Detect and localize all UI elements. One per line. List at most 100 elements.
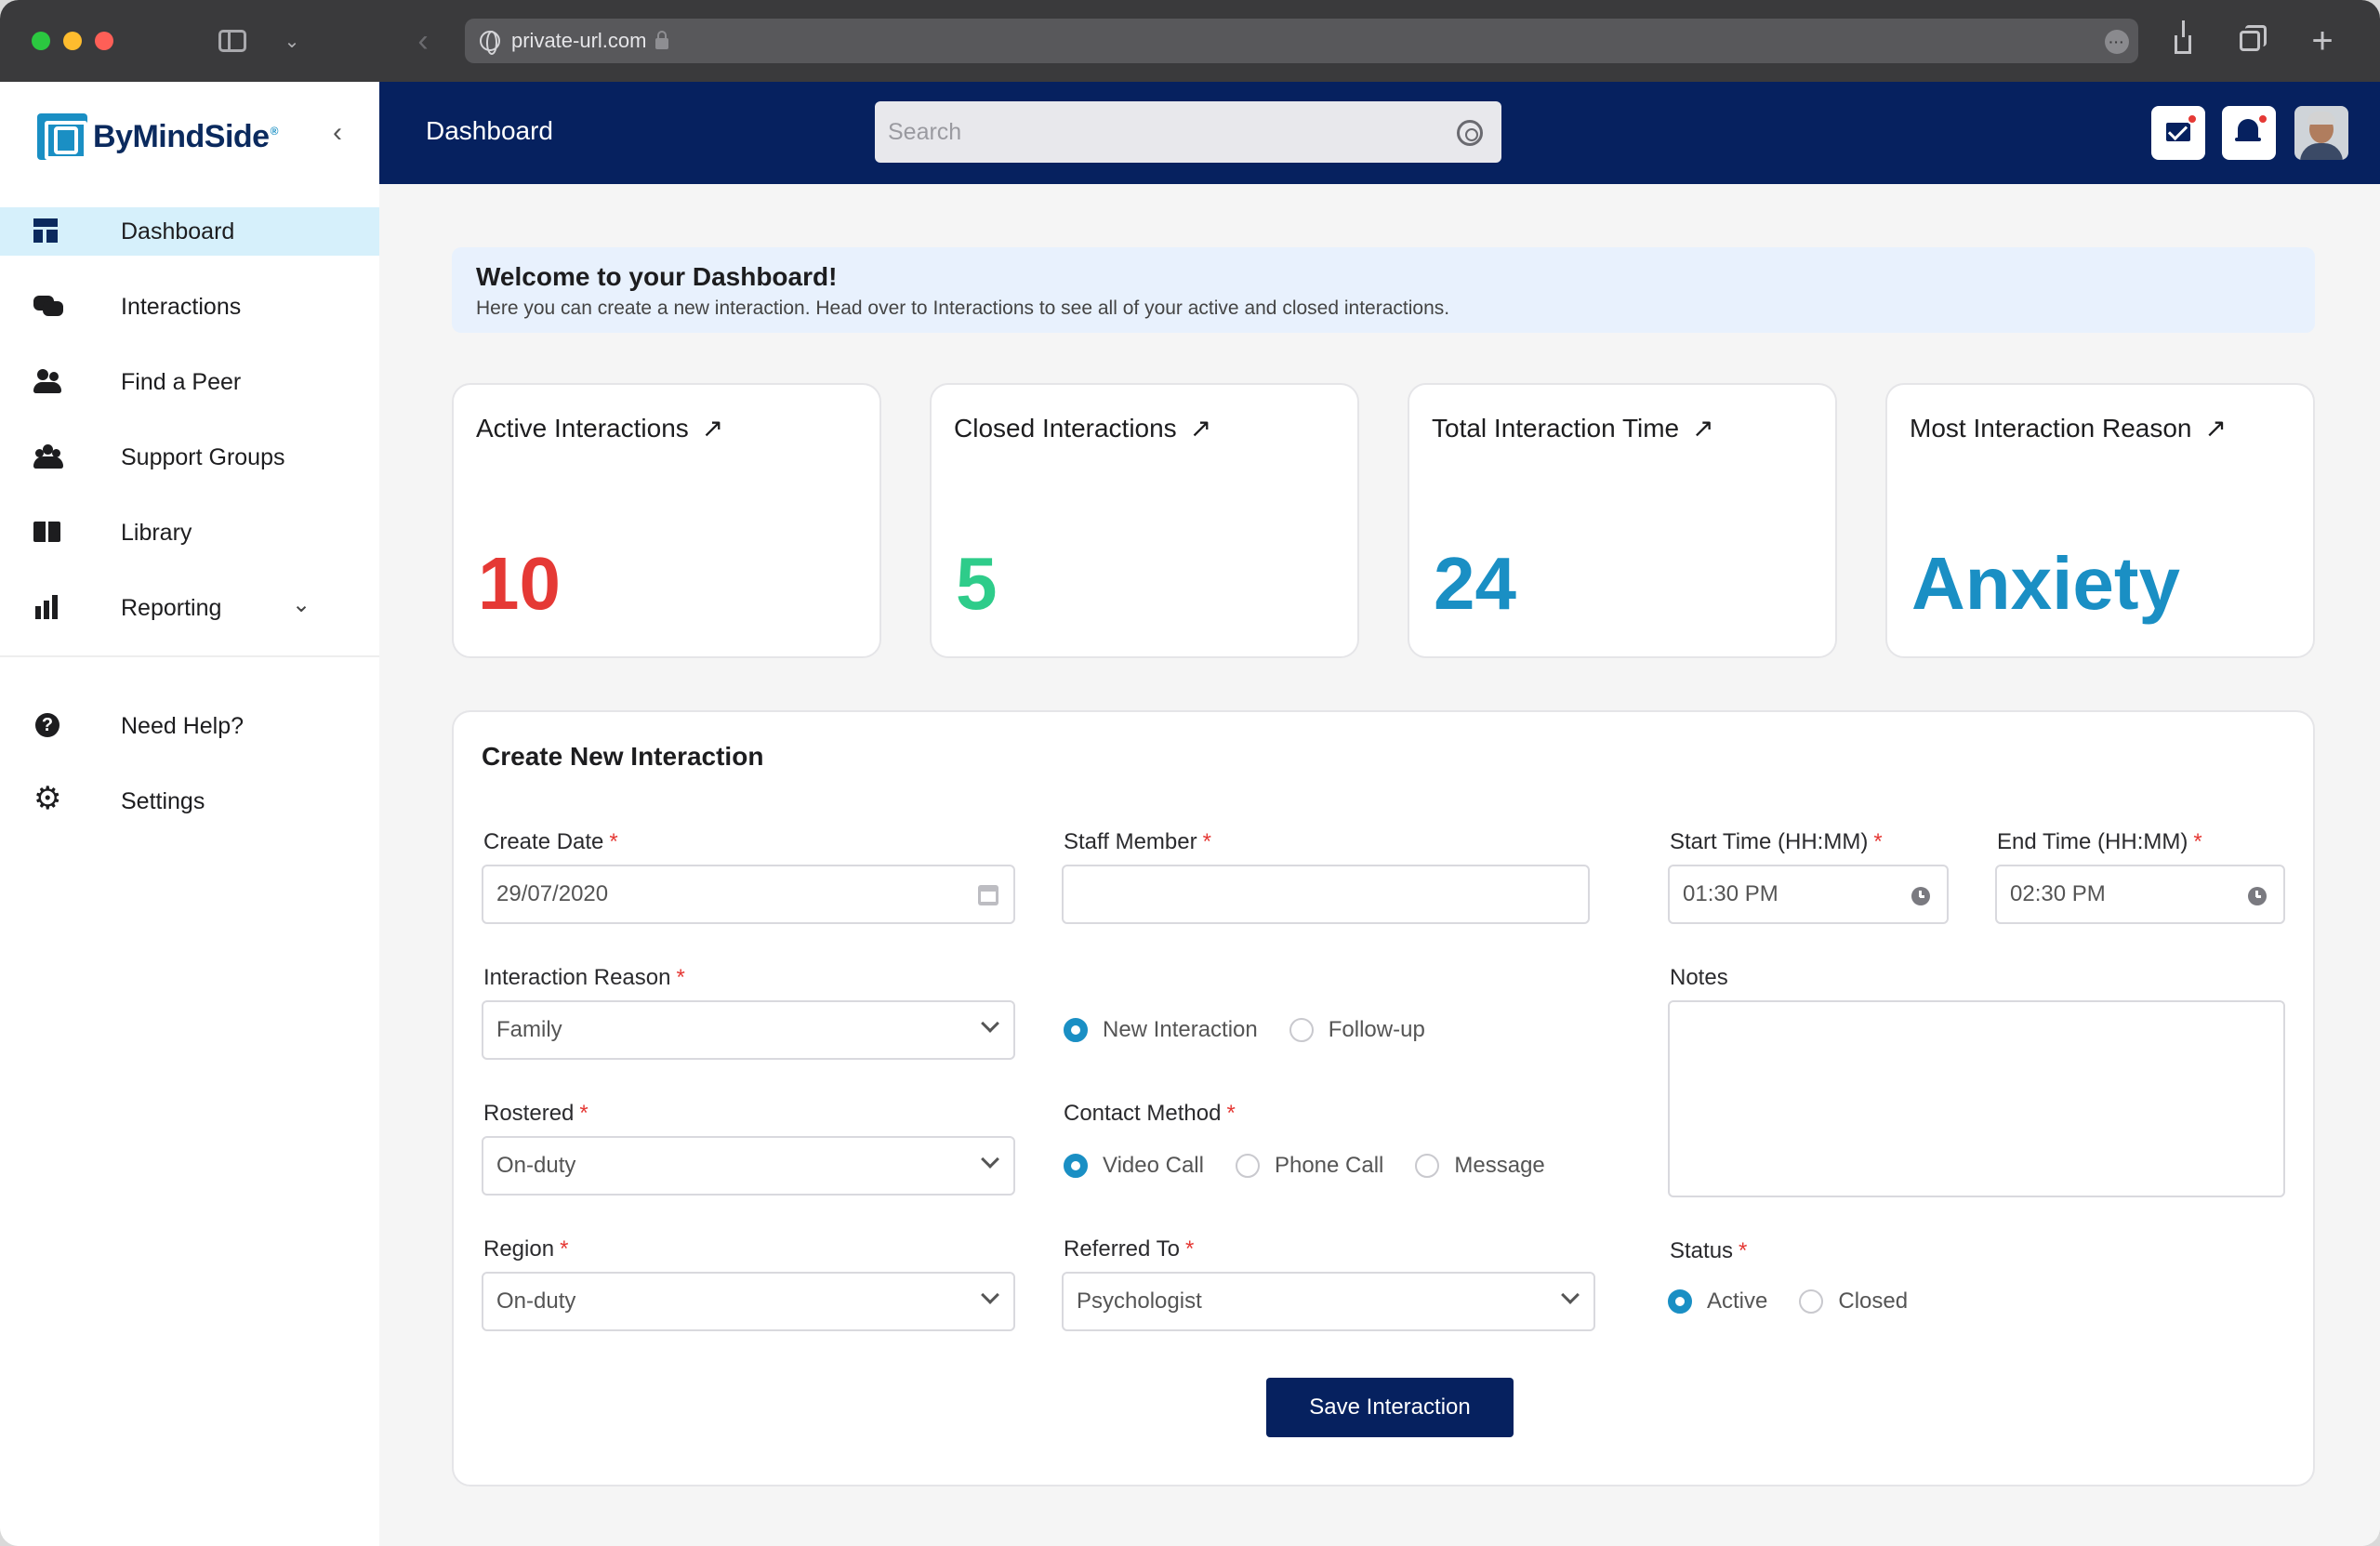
stat-card-most-interaction-reason[interactable]: Most Interaction Reason ↗ Anxiety [1885, 383, 2315, 658]
stat-card-title: Closed Interactions [954, 413, 1177, 443]
chevron-down-icon[interactable]: ⌄ [292, 591, 311, 618]
welcome-subtitle: Here you can create a new interaction. H… [476, 297, 1450, 319]
sidebar-item-reporting[interactable]: Reporting ⌄ [0, 584, 379, 632]
lock-icon [655, 31, 669, 49]
sidebar-item-need-help[interactable]: Need Help? [0, 702, 379, 750]
brand-logo[interactable]: ByMindSide® [37, 113, 278, 160]
sidebar-item-settings[interactable]: Settings [0, 777, 379, 826]
sidebar: ByMindSide® ‹ Dashboard Interactions Fin… [0, 82, 379, 1546]
create-interaction-form: Create New Interaction Create Date* Staf… [452, 710, 2315, 1487]
notifications-button[interactable] [2222, 106, 2276, 160]
arrow-up-right-icon[interactable]: ↗ [702, 413, 723, 443]
sidebar-item-label: Need Help? [121, 712, 245, 739]
window-minimize-button[interactable] [63, 32, 82, 50]
radio-new-interaction[interactable]: New Interaction [1064, 1017, 1258, 1043]
arrow-up-right-icon[interactable]: ↗ [1692, 413, 1713, 443]
staff-member-label: Staff Member * [1064, 829, 1211, 854]
arrow-up-right-icon[interactable]: ↗ [1190, 413, 1211, 443]
sidebar-toggle-icon[interactable] [216, 24, 249, 58]
mail-icon [2166, 123, 2190, 141]
rostered-label: Rostered * [483, 1101, 588, 1126]
end-time-label: End Time (HH:MM) * [1997, 829, 2202, 854]
stat-card-closed-interactions[interactable]: Closed Interactions ↗ 5 [930, 383, 1359, 658]
logo-mark-icon [37, 113, 87, 160]
chevron-down-icon[interactable]: ⌄ [281, 24, 303, 58]
messages-button[interactable] [2151, 106, 2205, 160]
search-icon[interactable] [1457, 120, 1483, 146]
calendar-icon[interactable] [978, 885, 998, 905]
arrow-up-right-icon[interactable]: ↗ [2205, 413, 2227, 443]
notes-label: Notes [1670, 965, 1728, 990]
select-value: On-duty [496, 1153, 576, 1178]
radio-selected-icon[interactable] [1064, 1018, 1088, 1042]
sidebar-item-label: Support Groups [121, 443, 285, 470]
chevron-down-icon [1561, 1286, 1580, 1304]
region-label: Region * [483, 1236, 569, 1262]
referred-to-select[interactable]: Psychologist [1062, 1272, 1595, 1331]
address-bar[interactable]: private-url.com ··· [465, 19, 2138, 63]
sidebar-item-label: Find a Peer [121, 368, 242, 395]
radio-unselected-icon[interactable] [1415, 1154, 1440, 1178]
sidebar-item-label: Interactions [121, 293, 242, 320]
avatar[interactable] [2294, 106, 2348, 160]
create-date-field[interactable] [482, 865, 1015, 924]
start-time-field[interactable] [1668, 865, 1949, 924]
clock-icon[interactable] [2248, 887, 2267, 905]
help-icon [33, 713, 63, 739]
collapse-sidebar-icon[interactable]: ‹ [333, 117, 342, 149]
stat-card-title: Active Interactions [476, 413, 689, 443]
radio-status-active[interactable]: Active [1668, 1288, 1767, 1315]
clock-icon[interactable] [1911, 887, 1930, 905]
stat-card-value: 5 [956, 542, 998, 625]
create-date-input[interactable] [483, 866, 1013, 922]
interaction-reason-label: Interaction Reason * [483, 965, 685, 990]
radio-unselected-icon[interactable] [1289, 1018, 1314, 1042]
stat-card-value: 10 [478, 542, 561, 625]
radio-message[interactable]: Message [1415, 1153, 1545, 1179]
staff-member-field[interactable] [1062, 865, 1590, 924]
radio-video-call[interactable]: Video Call [1064, 1153, 1204, 1179]
sidebar-item-support-groups[interactable]: Support Groups [0, 433, 379, 482]
rostered-select[interactable]: On-duty [482, 1136, 1015, 1196]
search-input[interactable] [875, 101, 1501, 163]
radio-selected-icon[interactable] [1064, 1154, 1088, 1178]
stat-card-total-interaction-time[interactable]: Total Interaction Time ↗ 24 [1408, 383, 1837, 658]
sidebar-item-label: Reporting [121, 594, 222, 621]
more-options-icon[interactable]: ··· [2105, 30, 2129, 54]
end-time-field[interactable] [1995, 865, 2285, 924]
gear-icon [33, 783, 63, 814]
radio-follow-up[interactable]: Follow-up [1289, 1017, 1425, 1043]
staff-member-input[interactable] [1064, 866, 1588, 922]
notes-field[interactable] [1668, 1000, 2285, 1197]
start-time-input[interactable] [1670, 866, 1947, 922]
chevron-down-icon [981, 1014, 999, 1033]
browser-window: ⌄ ‹ private-url.com ··· + ByMindSide® ‹ [0, 0, 2380, 1546]
back-arrow-icon[interactable]: ‹ [409, 23, 437, 59]
window-close-button[interactable] [95, 32, 113, 50]
region-select[interactable]: On-duty [482, 1272, 1015, 1331]
end-time-input[interactable] [1997, 866, 2283, 922]
radio-selected-icon[interactable] [1668, 1289, 1692, 1314]
notes-textarea[interactable] [1670, 1002, 2283, 1196]
sidebar-item-label: Settings [121, 787, 205, 814]
stat-card-title: Most Interaction Reason [1910, 413, 2192, 443]
radio-unselected-icon[interactable] [1235, 1154, 1260, 1178]
sidebar-item-library[interactable]: Library [0, 509, 379, 557]
interaction-type-radio-group: New Interaction Follow-up [1064, 1017, 1457, 1043]
url-text: private-url.com [511, 29, 647, 52]
window-zoom-button[interactable] [32, 32, 50, 50]
stat-card-active-interactions[interactable]: Active Interactions ↗ 10 [452, 383, 881, 658]
radio-status-closed[interactable]: Closed [1799, 1288, 1908, 1315]
sidebar-item-dashboard[interactable]: Dashboard [0, 207, 379, 256]
radio-phone-call[interactable]: Phone Call [1235, 1153, 1383, 1179]
new-tab-icon[interactable]: + [2304, 20, 2341, 61]
tabs-overview-icon[interactable] [2231, 22, 2268, 59]
radio-unselected-icon[interactable] [1799, 1289, 1824, 1314]
select-value: On-duty [496, 1288, 576, 1314]
sidebar-item-find-a-peer[interactable]: Find a Peer [0, 358, 379, 406]
share-icon[interactable] [2164, 20, 2202, 59]
save-interaction-button[interactable]: Save Interaction [1266, 1378, 1514, 1437]
interaction-reason-select[interactable]: Family [482, 1000, 1015, 1060]
sidebar-item-interactions[interactable]: Interactions [0, 283, 379, 331]
search-box [875, 101, 1501, 163]
